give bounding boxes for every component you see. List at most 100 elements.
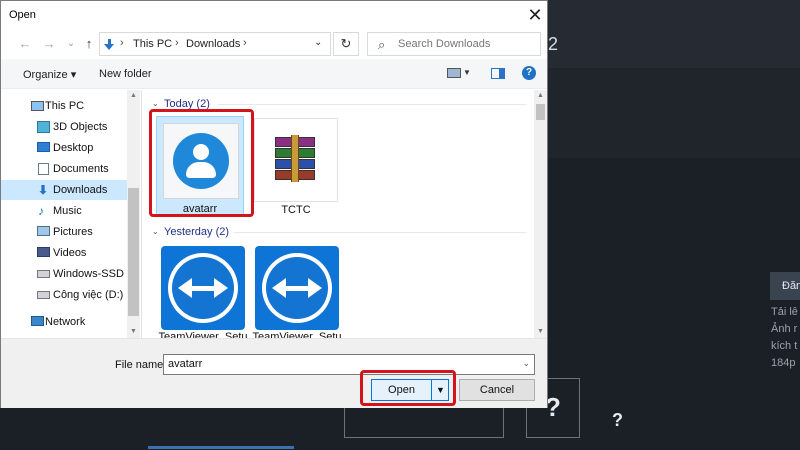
sidebar-item-downloads[interactable]: ⬇ Downloads xyxy=(1,180,127,200)
refresh-icon[interactable]: ↻ xyxy=(333,32,359,56)
sidebar-item-music[interactable]: ♪ Music xyxy=(1,201,127,221)
file-name-field[interactable] xyxy=(168,358,508,370)
file-name-combobox[interactable]: ⌄ xyxy=(163,354,535,375)
sidebar-item-3d-objects[interactable]: 3D Objects xyxy=(1,117,127,137)
search-input[interactable] xyxy=(398,38,538,50)
sidebar-item-label: Downloads xyxy=(53,184,108,196)
network-icon xyxy=(31,316,44,326)
highlight-box-avatarr xyxy=(149,109,254,217)
background-panel xyxy=(548,68,800,158)
scroll-up-arrow-icon[interactable]: ▲ xyxy=(127,90,140,102)
breadcrumb-separator: › xyxy=(120,37,124,49)
breadcrumb-this-pc[interactable]: This PC xyxy=(133,38,172,50)
sidebar-item-label: Pictures xyxy=(53,226,93,238)
sidebar-item-label: Network xyxy=(45,316,86,328)
file-name-label: TCTC xyxy=(281,204,311,216)
winrar-archive-icon-part xyxy=(291,135,299,182)
chevron-down-icon[interactable]: ▼ xyxy=(463,68,471,77)
background-button[interactable]: Đăn xyxy=(770,272,800,300)
preview-pane-icon[interactable] xyxy=(491,68,505,79)
sidebar-item-pictures[interactable]: Pictures xyxy=(1,222,127,242)
navigation-bar: ← → ⌄ ↑ › This PC › Downloads › ⌄ ↻ ⌕ xyxy=(1,29,547,59)
desktop-icon xyxy=(37,142,50,152)
background-box xyxy=(344,408,504,438)
sidebar-item-desktop[interactable]: Desktop xyxy=(1,138,127,158)
address-bar[interactable]: › This PC › Downloads › ⌄ xyxy=(99,32,331,56)
teamviewer-icon xyxy=(262,253,332,323)
sidebar-item-documents[interactable]: Documents xyxy=(1,159,127,179)
download-icon: ⬇ xyxy=(38,183,49,197)
back-arrow-icon[interactable]: ← xyxy=(17,36,33,52)
file-item-tctc[interactable] xyxy=(254,118,338,202)
chevron-down-icon[interactable]: ⌄ xyxy=(314,37,322,48)
sidebar-item-cong-viec[interactable]: Công việc (D:) xyxy=(1,285,127,305)
file-name-label: File name: xyxy=(115,359,167,371)
cancel-button[interactable]: Cancel xyxy=(459,379,535,401)
highlight-box-open xyxy=(360,370,456,406)
dialog-footer: File name: ⌄ Open ▼ Cancel xyxy=(1,338,547,408)
question-icon[interactable]: ? xyxy=(612,410,623,431)
file-item-teamviewer-1[interactable] xyxy=(161,246,245,330)
file-list-scrollbar[interactable]: ▲ ▼ xyxy=(534,90,547,338)
sidebar-item-windows-ssd[interactable]: Windows-SSD (C xyxy=(1,264,139,284)
background-heading-number: 2 xyxy=(548,34,559,54)
sidebar-scrollbar[interactable]: ▲ ▼ xyxy=(127,90,140,338)
background-header xyxy=(548,0,800,68)
open-file-dialog: Open ✕ ← → ⌄ ↑ › This PC › Downloads › ⌄… xyxy=(0,0,548,408)
drive-icon xyxy=(37,291,50,299)
scroll-down-arrow-icon[interactable]: ▼ xyxy=(127,326,140,338)
sidebar-item-label: Công việc (D:) xyxy=(53,289,124,301)
dialog-title: Open xyxy=(9,9,36,21)
sidebar-item-label: Desktop xyxy=(53,142,94,154)
chevron-down-icon[interactable]: ⌄ xyxy=(522,358,530,369)
sidebar-item-label: Documents xyxy=(53,163,109,175)
video-icon xyxy=(37,247,50,257)
title-bar: Open ✕ xyxy=(1,1,547,29)
document-icon xyxy=(38,163,49,175)
scroll-up-arrow-icon[interactable]: ▲ xyxy=(534,90,547,102)
background-text-line: 184p xyxy=(771,357,796,369)
scrollbar-thumb[interactable] xyxy=(128,188,139,316)
up-arrow-icon[interactable]: ↑ xyxy=(81,36,97,52)
breadcrumb-separator: › xyxy=(175,37,179,49)
organize-menu[interactable]: Organize ▾ xyxy=(23,68,76,81)
sidebar-item-label: Windows-SSD (C xyxy=(53,268,139,280)
download-location-icon xyxy=(104,39,114,51)
background-text-line: Ảnh r xyxy=(771,323,798,335)
sidebar-item-network[interactable]: Network xyxy=(1,312,127,332)
picture-icon xyxy=(37,226,50,236)
background-text-line: Tải lê xyxy=(771,306,798,318)
close-icon[interactable]: ✕ xyxy=(523,3,547,27)
background-text-line: kích t xyxy=(771,340,798,352)
collapse-chevron-icon[interactable]: ⌄ xyxy=(152,227,159,236)
scrollbar-thumb[interactable] xyxy=(536,104,545,120)
sidebar-item-this-pc[interactable]: This PC xyxy=(1,96,127,116)
sidebar-item-label: Videos xyxy=(53,247,87,259)
file-item-teamviewer-2[interactable] xyxy=(255,246,339,330)
new-folder-button[interactable]: New folder xyxy=(99,68,152,80)
teamviewer-icon xyxy=(168,253,238,323)
help-icon[interactable]: ? xyxy=(522,66,536,80)
collapse-chevron-icon[interactable]: ⌄ xyxy=(152,99,159,108)
background-underline xyxy=(148,446,294,449)
scroll-down-arrow-icon[interactable]: ▼ xyxy=(534,326,547,338)
sidebar-item-videos[interactable]: Videos xyxy=(1,243,127,263)
music-icon: ♪ xyxy=(38,204,44,218)
breadcrumb-downloads[interactable]: Downloads xyxy=(186,38,240,50)
view-options-icon[interactable] xyxy=(447,68,461,78)
forward-arrow-icon[interactable]: → xyxy=(41,36,57,52)
breadcrumb-separator: › xyxy=(243,37,247,49)
group-divider xyxy=(218,104,526,105)
recent-locations-icon[interactable]: ⌄ xyxy=(63,36,79,52)
computer-icon xyxy=(31,101,44,111)
search-box[interactable]: ⌕ xyxy=(367,32,541,56)
command-toolbar: Organize ▾ New folder ▼ ? xyxy=(1,59,547,89)
search-icon: ⌕ xyxy=(378,37,386,52)
drive-icon xyxy=(37,270,50,278)
navigation-pane: This PC 3D Objects Desktop Documents ⬇ D… xyxy=(1,90,141,338)
sidebar-item-label: This PC xyxy=(45,100,85,112)
sidebar-item-label: 3D Objects xyxy=(53,121,108,133)
sidebar-item-label: Music xyxy=(53,205,82,217)
group-header-yesterday[interactable]: Yesterday (2) xyxy=(164,226,229,238)
group-divider xyxy=(234,232,526,233)
